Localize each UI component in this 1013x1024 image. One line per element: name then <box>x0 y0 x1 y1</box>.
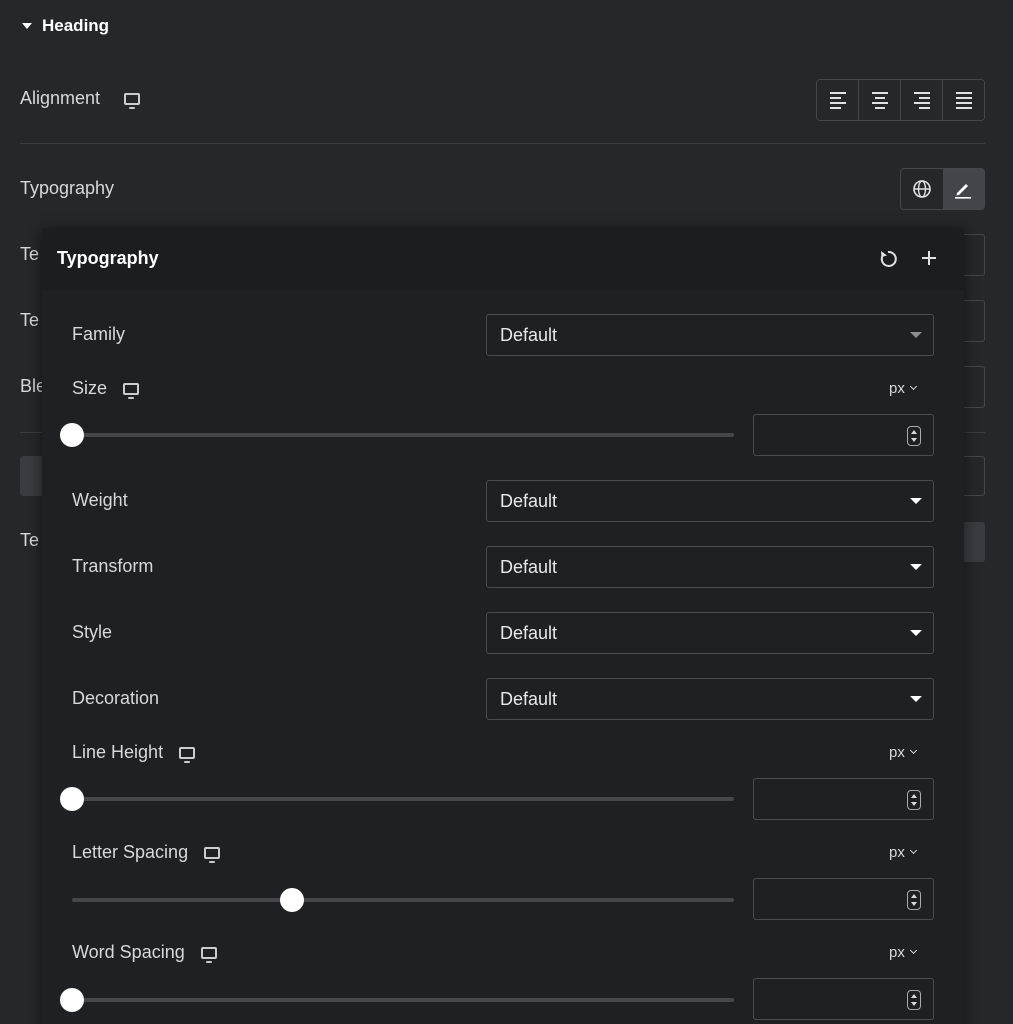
edit-typography-button[interactable] <box>942 169 984 209</box>
chevron-down-icon <box>910 564 922 570</box>
spinner-icon[interactable] <box>907 990 921 1010</box>
chevron-down-icon <box>909 846 917 855</box>
line-height-unit-select[interactable]: px <box>889 744 917 761</box>
divider <box>20 143 985 144</box>
chevron-down-icon <box>910 332 922 338</box>
decoration-value: Default <box>500 689 558 709</box>
word-spacing-label: Word Spacing <box>72 942 217 963</box>
style-label-text: Style <box>72 622 113 642</box>
monitor-icon[interactable] <box>179 746 196 763</box>
weight-select[interactable]: Default <box>486 480 934 522</box>
letter-spacing-unit-select[interactable]: px <box>889 844 917 861</box>
reset-icon[interactable] <box>878 249 898 269</box>
popover-header: Typography <box>42 228 964 290</box>
globe-icon <box>912 180 931 198</box>
spinner-icon[interactable] <box>907 790 921 810</box>
size-slider[interactable] <box>60 423 734 447</box>
chevron-down-icon <box>910 630 922 636</box>
weight-value: Default <box>500 491 558 511</box>
chevron-down-icon <box>909 946 917 955</box>
typography-popover: Typography Family Default Size px Weight… <box>42 228 964 1024</box>
align-right-button[interactable] <box>901 80 943 120</box>
align-center-icon <box>871 91 888 109</box>
style-label: Style <box>72 622 112 643</box>
size-slider-thumb[interactable] <box>60 423 84 447</box>
decoration-select[interactable]: Default <box>486 678 934 720</box>
align-center-button[interactable] <box>859 80 901 120</box>
chevron-down-icon <box>910 498 922 504</box>
transform-select[interactable]: Default <box>486 546 934 588</box>
decoration-label: Decoration <box>72 688 159 709</box>
popover-title: Typography <box>57 248 159 268</box>
chevron-down-icon <box>909 382 917 391</box>
word-spacing-label-text: Word Spacing <box>72 942 185 962</box>
word-spacing-slider[interactable] <box>60 988 734 1012</box>
chevron-down-icon <box>910 696 922 702</box>
letter-spacing-label-text: Letter Spacing <box>72 842 189 862</box>
section-title: Heading <box>42 16 110 35</box>
transform-value: Default <box>500 557 558 577</box>
weight-label: Weight <box>72 490 128 511</box>
plus-icon[interactable] <box>918 247 940 269</box>
alignment-label: Alignment <box>20 88 101 108</box>
alignment-control <box>816 79 985 121</box>
letter-spacing-slider[interactable] <box>72 888 734 912</box>
word-spacing-unit-select[interactable]: px <box>889 944 917 961</box>
editor-panel: Heading Alignment Typography Te Te Ble T… <box>0 0 1013 1024</box>
monitor-icon[interactable] <box>200 946 217 963</box>
word-spacing-input[interactable] <box>753 978 934 1020</box>
letter-spacing-unit: px <box>889 844 905 861</box>
hidden-row-label: Te <box>20 310 40 330</box>
family-value: Default <box>500 325 558 345</box>
line-height-input[interactable] <box>753 778 934 820</box>
line-height-slider[interactable] <box>60 787 734 811</box>
family-label: Family <box>72 324 125 345</box>
hidden-row-label: Te <box>20 530 40 550</box>
style-value: Default <box>500 623 558 643</box>
weight-label-text: Weight <box>72 490 128 510</box>
align-right-icon <box>913 91 930 109</box>
section-toggle-heading[interactable]: Heading <box>22 14 109 38</box>
transform-label-text: Transform <box>72 556 154 576</box>
alignment-row: Alignment <box>20 88 141 109</box>
monitor-icon[interactable] <box>124 92 141 109</box>
line-height-label: Line Height <box>72 742 196 763</box>
align-justify-icon <box>955 91 972 109</box>
size-label: Size <box>72 378 140 399</box>
spinner-icon[interactable] <box>907 426 921 446</box>
size-label-text: Size <box>72 378 108 398</box>
line-height-label-text: Line Height <box>72 742 164 762</box>
family-select[interactable]: Default <box>486 314 934 356</box>
line-height-unit: px <box>889 744 905 761</box>
size-unit-select[interactable]: px <box>889 380 917 397</box>
word-spacing-slider-thumb[interactable] <box>60 988 84 1012</box>
family-label-text: Family <box>72 324 125 344</box>
chevron-down-icon <box>909 746 917 755</box>
global-button[interactable] <box>901 169 943 209</box>
size-unit: px <box>889 380 905 397</box>
size-input[interactable] <box>753 414 934 456</box>
word-spacing-unit: px <box>889 944 905 961</box>
hidden-row-label: Te <box>20 244 40 264</box>
line-height-slider-thumb[interactable] <box>60 787 84 811</box>
decoration-label-text: Decoration <box>72 688 160 708</box>
typography-label: Typography <box>20 178 115 198</box>
letter-spacing-input[interactable] <box>753 878 934 920</box>
typography-buttons <box>900 168 985 210</box>
align-justify-button[interactable] <box>943 80 984 120</box>
caret-down-icon <box>22 23 32 29</box>
monitor-icon[interactable] <box>204 846 221 863</box>
letter-spacing-slider-thumb[interactable] <box>280 888 305 912</box>
align-left-button[interactable] <box>817 80 859 120</box>
transform-label: Transform <box>72 556 153 577</box>
pencil-icon <box>955 184 972 199</box>
monitor-icon[interactable] <box>123 382 140 399</box>
align-left-icon <box>829 91 846 109</box>
spinner-icon[interactable] <box>907 890 921 910</box>
style-select[interactable]: Default <box>486 612 934 654</box>
letter-spacing-label: Letter Spacing <box>72 842 221 863</box>
